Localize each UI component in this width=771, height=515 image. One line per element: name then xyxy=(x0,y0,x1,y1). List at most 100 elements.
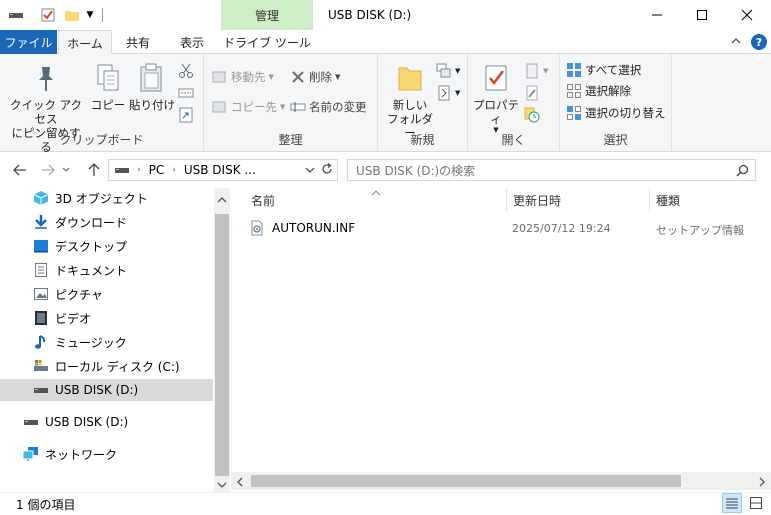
cut-button[interactable] xyxy=(178,62,197,80)
breadcrumb-usb-disk[interactable]: USB DISK ... xyxy=(184,163,256,177)
nav-item-network[interactable]: ネットワーク xyxy=(0,443,213,465)
select-all-button[interactable]: すべて選択 xyxy=(566,61,641,79)
nav-item-documents[interactable]: ドキュメント xyxy=(0,259,213,281)
select-group: すべて選択 選択解除 選択の切り替え 選択 xyxy=(560,54,672,152)
tab-file[interactable]: ファイル xyxy=(0,30,57,54)
rename-button[interactable]: 名前の変更 xyxy=(290,98,367,116)
nav-item-3d-objects[interactable]: 3D オブジェクト xyxy=(0,187,213,209)
move-to-label: 移動先 xyxy=(231,70,266,84)
copy-icon xyxy=(92,62,124,94)
properties-icon xyxy=(480,62,512,94)
easy-access-button[interactable]: ▼ xyxy=(436,84,460,102)
new-folder-button[interactable]: 新しい フォルダー xyxy=(382,62,438,140)
close-button[interactable] xyxy=(723,0,771,30)
back-button[interactable] xyxy=(10,160,30,180)
minimize-button[interactable] xyxy=(633,0,681,30)
collapse-ribbon-chevron-icon[interactable] xyxy=(730,35,742,50)
tab-home[interactable]: ホーム xyxy=(58,30,112,55)
nav-item-local-disk-c[interactable]: ローカル ディスク (C:) xyxy=(0,355,213,377)
properties-quick-icon[interactable] xyxy=(40,7,56,23)
sort-ascending-icon xyxy=(371,185,381,199)
new-item-icon xyxy=(436,63,452,79)
breadcrumb-pc[interactable]: PC xyxy=(149,163,165,177)
navigation-scroll-thumb[interactable] xyxy=(215,214,229,476)
up-arrow-icon xyxy=(88,163,100,176)
search-icon[interactable] xyxy=(736,164,749,180)
open-file-button[interactable]: ▼ xyxy=(524,62,548,80)
delete-button[interactable]: 削除 ▼ xyxy=(290,68,340,86)
details-view-button[interactable] xyxy=(722,493,742,513)
nav-item-desktop[interactable]: デスクトップ xyxy=(0,235,213,257)
tab-share[interactable]: 共有 xyxy=(114,30,162,54)
column-header-modified[interactable]: 更新日時 xyxy=(513,188,561,212)
copy-to-dropdown-icon: ▼ xyxy=(280,103,286,111)
new-folder-quick-icon[interactable] xyxy=(64,7,80,23)
properties-button[interactable]: プロパティ ▼ xyxy=(470,62,522,135)
nav-item-music[interactable]: ミュージック xyxy=(0,331,213,353)
up-button[interactable] xyxy=(84,160,104,180)
breadcrumb-separator-icon[interactable]: › xyxy=(172,165,176,175)
navigation-scrollbar[interactable] xyxy=(214,188,230,492)
paste-shortcut-button[interactable] xyxy=(178,106,197,124)
nav-item-usb-disk-d-selected[interactable]: USB DISK (D:) xyxy=(0,379,213,401)
clipboard-group-label: クリップボード xyxy=(59,133,144,147)
nav-item-usb-disk-d-root[interactable]: USB DISK (D:) xyxy=(0,411,213,433)
copy-to-button[interactable]: コピー先 ▼ xyxy=(212,98,285,116)
nav-item-downloads[interactable]: ダウンロード xyxy=(0,211,213,233)
navigation-pane: 3D オブジェクト ダウンロード デスクトップ ドキュメント ピクチャ ビデオ xyxy=(0,188,230,492)
scroll-left-icon[interactable] xyxy=(236,476,244,490)
horizontal-scrollbar[interactable] xyxy=(231,472,771,490)
nav-item-videos[interactable]: ビデオ xyxy=(0,307,213,329)
usb-drive-icon xyxy=(22,413,40,431)
nav-item-pictures[interactable]: ピクチャ xyxy=(0,283,213,305)
column-divider[interactable] xyxy=(649,188,650,212)
recent-locations-dropdown[interactable] xyxy=(60,160,72,180)
horizontal-scroll-thumb[interactable] xyxy=(251,475,681,487)
address-dropdown-chevron-icon[interactable] xyxy=(305,164,315,178)
column-header-type[interactable]: 種類 xyxy=(656,188,680,212)
select-all-icon xyxy=(566,62,582,78)
move-to-button[interactable]: 移動先 ▼ xyxy=(212,68,274,86)
invert-selection-button[interactable]: 選択の切り替え xyxy=(566,104,666,122)
rename-icon xyxy=(290,99,306,115)
breadcrumb-separator-icon[interactable]: › xyxy=(137,165,141,175)
column-header-name[interactable]: 名前 xyxy=(251,188,275,212)
forward-arrow-icon xyxy=(42,164,55,176)
address-row: › PC › USB DISK ... USB DISK (D:)の検索 xyxy=(0,152,771,188)
copy-path-button[interactable] xyxy=(178,84,197,102)
pin-icon xyxy=(30,62,62,94)
pictures-icon xyxy=(32,285,50,303)
scroll-right-icon[interactable] xyxy=(758,476,766,490)
tab-drive-tools[interactable]: ドライブ ツール xyxy=(222,30,312,54)
history-button[interactable] xyxy=(524,106,543,124)
refresh-icon[interactable] xyxy=(321,163,333,178)
customize-quick-access-icon[interactable]: ▼ xyxy=(84,7,96,23)
paste-button[interactable]: 貼り付け xyxy=(128,62,176,112)
nav-item-label: USB DISK (D:) xyxy=(55,383,139,397)
history-icon xyxy=(524,107,540,123)
manage-context-tab[interactable]: 管理 xyxy=(221,0,313,30)
search-input[interactable]: USB DISK (D:)の検索 xyxy=(347,159,756,181)
forward-button[interactable] xyxy=(38,160,58,180)
organize-group-label: 整理 xyxy=(278,133,303,147)
address-bar[interactable]: › PC › USB DISK ... xyxy=(108,159,338,181)
rename-label: 名前の変更 xyxy=(309,100,367,114)
network-icon xyxy=(22,445,40,463)
new-item-button[interactable]: ▼ xyxy=(436,62,460,80)
nav-item-label: ミュージック xyxy=(55,335,127,350)
copy-button[interactable]: コピー xyxy=(90,62,126,112)
large-icons-view-button[interactable] xyxy=(746,493,766,513)
nav-item-label: ピクチャ xyxy=(55,287,103,302)
downloads-icon xyxy=(32,213,50,231)
minimize-icon xyxy=(652,14,662,16)
help-icon[interactable]: ? xyxy=(751,34,767,50)
maximize-button[interactable] xyxy=(678,0,726,30)
column-divider[interactable] xyxy=(506,188,507,212)
select-none-button[interactable]: 選択解除 xyxy=(566,82,631,100)
tab-view[interactable]: 表示 xyxy=(166,30,218,54)
scroll-down-icon[interactable] xyxy=(217,478,227,492)
nav-item-label: 3D オブジェクト xyxy=(55,191,148,206)
edit-file-button[interactable] xyxy=(524,84,543,102)
file-row[interactable]: AUTORUN.INF 2025/07/12 19:24 セットアップ情報 xyxy=(231,217,751,239)
scroll-up-icon[interactable] xyxy=(217,193,227,207)
